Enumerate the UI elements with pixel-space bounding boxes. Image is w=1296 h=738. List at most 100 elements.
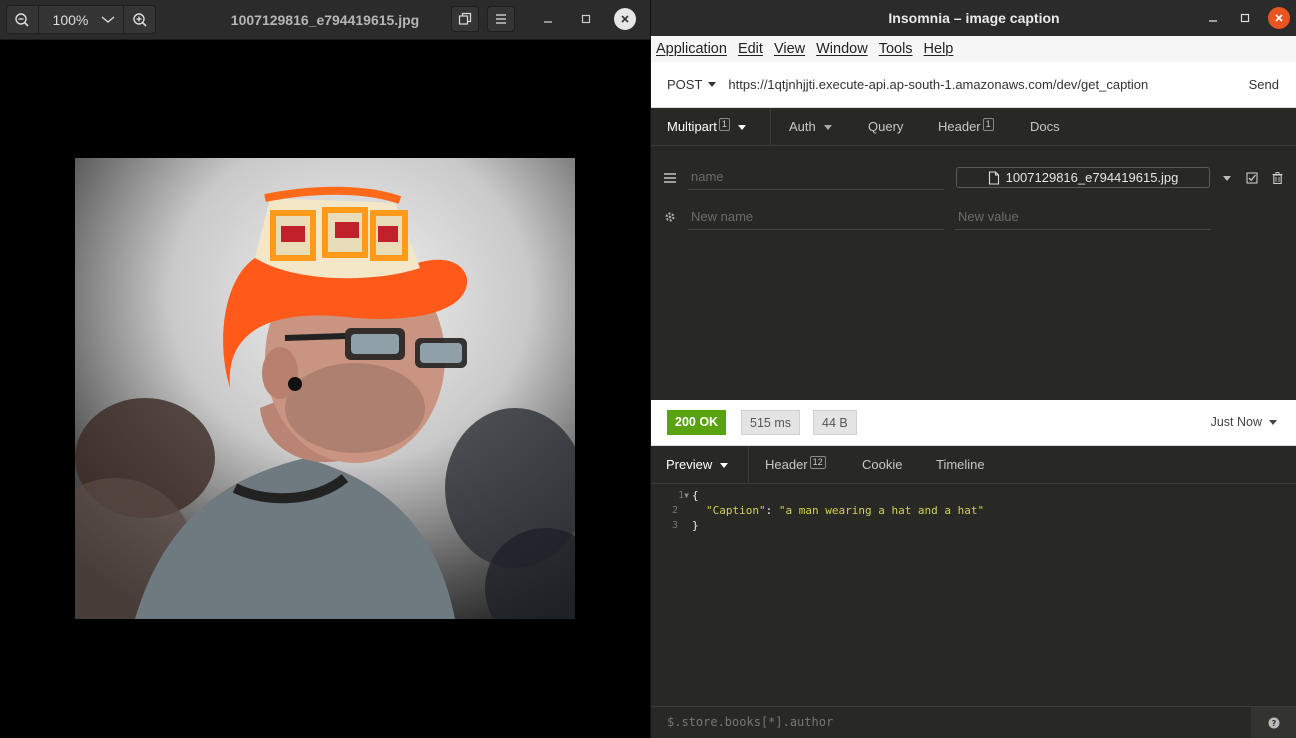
close-icon xyxy=(1275,14,1283,22)
caret-down-icon xyxy=(1269,419,1277,425)
zoom-in-icon xyxy=(133,12,147,27)
tab-multipart-label: Multipart xyxy=(667,119,717,134)
minimize-icon xyxy=(1209,20,1217,22)
response-size-badge: 44 B xyxy=(813,410,857,435)
multipart-form: name 1007129816_e794419615.jpg New name … xyxy=(651,146,1296,400)
response-filter-bar: $.store.books[*].author ? xyxy=(651,706,1296,738)
response-status-bar: 200 OK 515 ms 44 B Just Now xyxy=(651,400,1296,446)
tab-header-label: Header xyxy=(938,119,981,134)
line-number: 3 xyxy=(671,520,678,531)
insomnia-titlebar: Insomnia – image caption xyxy=(651,0,1296,36)
close-icon xyxy=(621,15,629,23)
response-time-badge: 515 ms xyxy=(741,410,800,435)
http-method-dropdown[interactable]: POST xyxy=(667,77,717,92)
tab-response-header-label: Header xyxy=(765,457,808,472)
json-value: "a man wearing a hat and a hat" xyxy=(778,504,985,517)
tab-response-header-count: 12 xyxy=(809,456,826,469)
viewer-filename-title: 1007129816_e794419615.jpg xyxy=(230,12,420,28)
menu-application[interactable]: Application xyxy=(656,41,727,57)
drag-handle-icon xyxy=(664,173,676,183)
param-type-dropdown[interactable] xyxy=(1221,172,1233,184)
tab-auth-label: Auth xyxy=(789,119,816,134)
response-preview: 1▼ { 2 "Caption": "a man wearing a hat a… xyxy=(651,484,1296,706)
json-open-brace: { xyxy=(692,489,699,502)
trash-icon xyxy=(1272,172,1282,184)
url-bar: POST Send xyxy=(651,62,1296,108)
param-enabled-checkbox[interactable] xyxy=(1244,170,1260,186)
tab-header-count: 1 xyxy=(982,118,994,131)
viewer-header-bar: 100% 1007129816_e794419615.jpg xyxy=(0,0,650,40)
menu-view[interactable]: View xyxy=(774,41,805,57)
insomnia-close-button[interactable] xyxy=(1268,7,1290,29)
menu-tools[interactable]: Tools xyxy=(879,41,913,57)
filter-help-button[interactable]: ? xyxy=(1251,707,1296,738)
send-button[interactable]: Send xyxy=(1249,77,1279,92)
insomnia-maximize-button[interactable] xyxy=(1234,7,1256,29)
tab-header[interactable]: Header 1 xyxy=(938,108,994,146)
response-history-dropdown[interactable]: Just Now xyxy=(1211,415,1277,429)
tab-auth[interactable]: Auth xyxy=(789,108,832,146)
viewer-maximize-button[interactable] xyxy=(575,8,597,30)
json-colon: : xyxy=(765,504,779,517)
viewer-close-button[interactable] xyxy=(614,8,636,30)
caret-down-icon xyxy=(823,125,832,131)
hamburger-menu-icon xyxy=(496,14,506,24)
file-icon xyxy=(988,170,999,185)
checkbox-checked-icon xyxy=(1246,172,1258,184)
zoom-level-dropdown[interactable]: 100% xyxy=(39,6,124,33)
viewer-menu-button[interactable] xyxy=(487,6,515,32)
tab-multipart[interactable]: Multipart 1 xyxy=(651,108,771,146)
maximize-icon xyxy=(1240,13,1250,23)
line-number: 2 xyxy=(671,505,678,516)
fullscreen-icon xyxy=(458,12,472,25)
menu-edit[interactable]: Edit xyxy=(738,41,763,57)
tab-query[interactable]: Query xyxy=(868,108,903,146)
photo-illustration xyxy=(75,158,575,619)
caret-down-icon xyxy=(708,82,717,87)
gear-icon xyxy=(665,212,675,222)
insomnia-minimize-button[interactable] xyxy=(1202,7,1224,29)
tab-timeline[interactable]: Timeline xyxy=(936,446,985,484)
insomnia-window: Insomnia – image caption Application Edi… xyxy=(650,0,1296,738)
new-param-value-field[interactable]: New value xyxy=(955,204,1211,230)
http-method-label: POST xyxy=(667,77,703,92)
maximize-icon xyxy=(581,14,591,24)
file-select-button[interactable]: 1007129816_e794419615.jpg xyxy=(956,167,1210,188)
json-close-brace: } xyxy=(692,519,699,532)
drag-handle[interactable] xyxy=(662,170,678,186)
caret-down-icon xyxy=(1223,175,1231,181)
request-tabs: Multipart 1 Auth Query Header 1 Docs xyxy=(651,108,1296,146)
tab-docs[interactable]: Docs xyxy=(1030,108,1060,146)
zoom-out-icon xyxy=(15,12,29,27)
displayed-photo xyxy=(75,158,575,619)
zoom-control-group: 100% xyxy=(6,5,156,34)
url-input[interactable] xyxy=(728,77,1199,92)
response-tabs: Preview Header 12 Cookie Timeline xyxy=(651,446,1296,484)
tab-response-header[interactable]: Header 12 xyxy=(765,446,826,484)
zoom-in-button[interactable] xyxy=(123,6,155,33)
minimize-icon xyxy=(544,21,552,23)
menu-help[interactable]: Help xyxy=(924,41,954,57)
tab-preview[interactable]: Preview xyxy=(651,446,749,484)
new-param-name-field[interactable]: New name xyxy=(688,204,944,230)
chevron-down-icon xyxy=(102,16,115,23)
response-time-label: Just Now xyxy=(1210,415,1262,429)
tab-cookie[interactable]: Cookie xyxy=(862,446,902,484)
menu-window[interactable]: Window xyxy=(816,41,868,57)
line-number: 1▼ xyxy=(678,490,689,501)
delete-param-button[interactable] xyxy=(1269,170,1285,186)
zoom-out-button[interactable] xyxy=(7,6,39,33)
status-code-badge: 200 OK xyxy=(667,410,727,435)
caret-down-icon xyxy=(720,463,729,469)
viewer-minimize-button[interactable] xyxy=(537,8,559,30)
insomnia-window-title: Insomnia – image caption xyxy=(888,10,1060,26)
tab-multipart-count: 1 xyxy=(718,118,730,131)
response-filter-input[interactable]: $.store.books[*].author xyxy=(667,715,1227,729)
param-name-field[interactable]: name xyxy=(688,164,944,190)
menu-bar: Application Edit View Window Tools Help xyxy=(651,36,1296,62)
json-key: "Caption" xyxy=(706,504,766,517)
fullscreen-button[interactable] xyxy=(451,6,479,32)
json-caption-entry: "Caption": "a man wearing a hat and a ha… xyxy=(706,504,984,517)
param-settings-button[interactable] xyxy=(662,209,678,225)
svg-text:?: ? xyxy=(1272,719,1277,728)
